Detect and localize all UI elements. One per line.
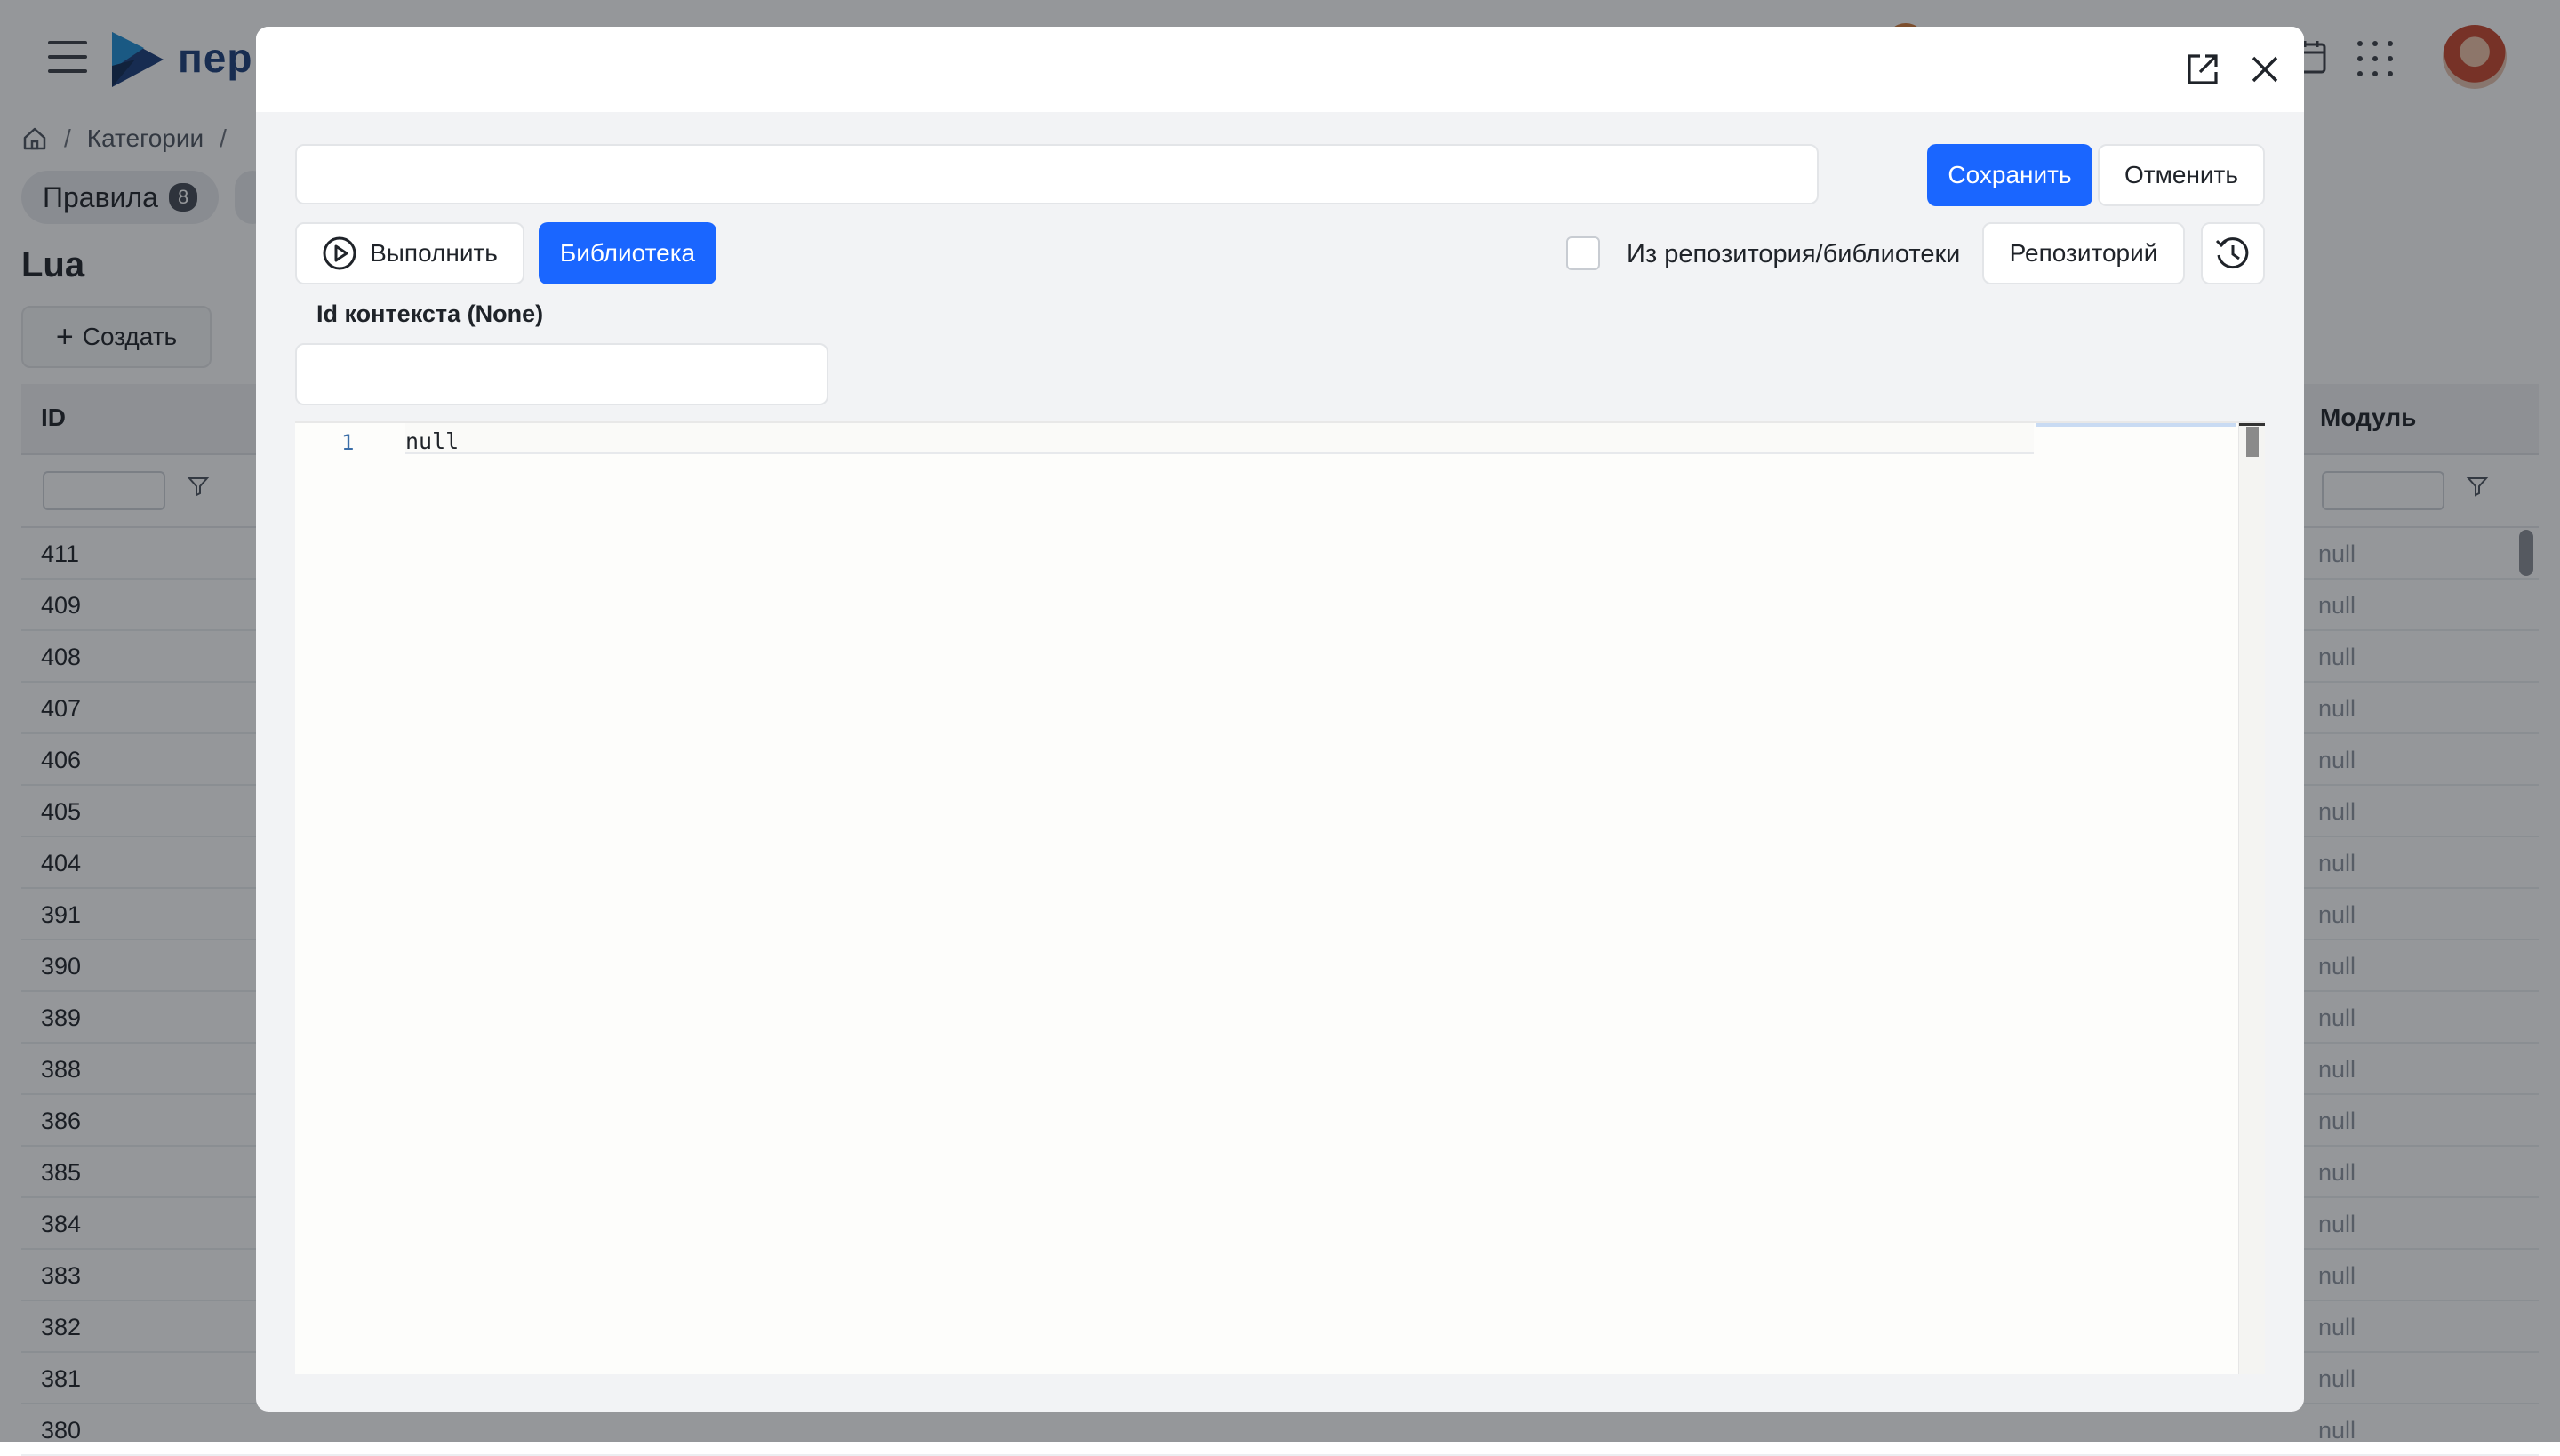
- close-button[interactable]: [2245, 50, 2284, 89]
- editor-scrollbar-thumb[interactable]: [2246, 427, 2259, 457]
- close-icon: [2252, 56, 2278, 83]
- editor-scrollbar[interactable]: [2238, 423, 2265, 1374]
- line-number: 1: [341, 430, 355, 455]
- context-id-label: Id контекста (None): [316, 300, 544, 327]
- from-repository-checkbox[interactable]: [1566, 236, 1600, 270]
- run-label: Выполнить: [370, 239, 498, 267]
- cancel-button[interactable]: Отменить: [2098, 144, 2265, 206]
- external-link-icon: [2188, 54, 2218, 84]
- history-button[interactable]: [2201, 222, 2265, 284]
- open-external-button[interactable]: [2183, 50, 2222, 89]
- context-id-input[interactable]: [295, 343, 828, 405]
- script-name-input[interactable]: [295, 144, 1819, 204]
- library-button[interactable]: Библиотека: [539, 222, 716, 284]
- play-circle-icon: [323, 236, 356, 270]
- code-editor[interactable]: 1 null: [295, 421, 2265, 1374]
- from-repository-label: Из репозитория/библиотеки: [1627, 240, 1961, 268]
- save-button[interactable]: Сохранить: [1927, 144, 2092, 206]
- modal-header: [256, 27, 2304, 112]
- run-button[interactable]: Выполнить: [295, 222, 524, 284]
- history-icon: [2215, 237, 2249, 269]
- repository-button[interactable]: Репозиторий: [1982, 222, 2185, 284]
- minimap[interactable]: [2036, 423, 2236, 427]
- scrollbar-cap: [2239, 423, 2265, 426]
- code-line[interactable]: null: [405, 428, 459, 454]
- active-line-highlight: [405, 423, 2034, 454]
- script-editor-modal: Сохранить Отменить Выполнить Библиотека …: [256, 27, 2304, 1412]
